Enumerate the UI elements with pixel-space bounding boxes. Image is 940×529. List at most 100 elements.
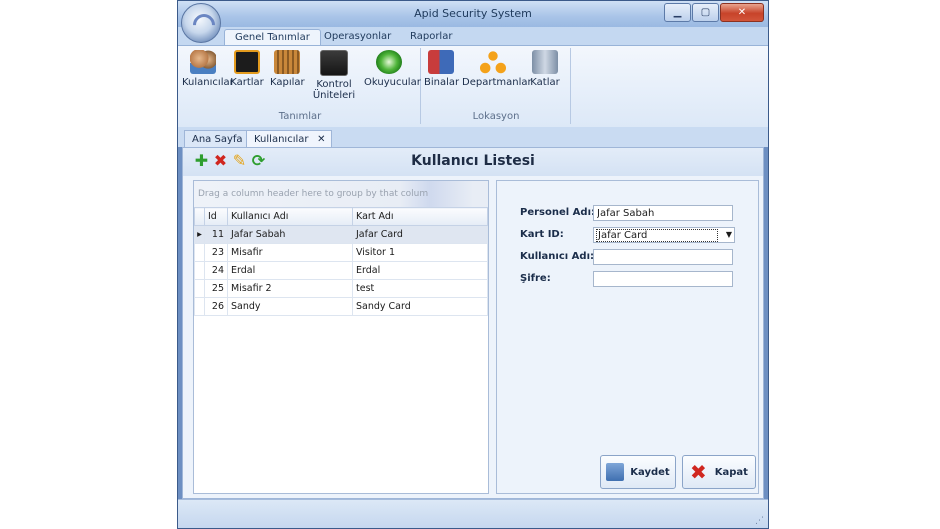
save-icon: [606, 463, 625, 481]
window-controls: ▁ ▢ ✕: [663, 3, 764, 22]
id-card-icon: [234, 50, 260, 74]
resize-grip-icon[interactable]: ⋰: [755, 516, 764, 526]
group-label-lokasyon: Lokasyon: [472, 111, 520, 122]
ribbon-okuyucular-button[interactable]: Okuyucular: [364, 50, 421, 88]
row-indicator: [194, 279, 205, 298]
ribbon-label: Kulanıcılar: [182, 77, 234, 88]
ribbon-kapilar-button[interactable]: Kapılar: [270, 50, 305, 88]
tab-raporlar[interactable]: Raporlar: [410, 29, 452, 45]
sifre-label: Şifre:: [520, 273, 551, 284]
ribbon-kullanicilar-button[interactable]: Kulanıcılar: [182, 50, 234, 88]
table-row[interactable]: 25 Misafir 2 test: [194, 279, 488, 298]
minimize-button[interactable]: ▁: [664, 3, 691, 22]
table-row[interactable]: 24 Erdal Erdal: [194, 261, 488, 280]
reader-icon: [376, 50, 402, 74]
cell-id[interactable]: 11: [204, 225, 228, 244]
ribbon-label: Kontrol Üniteleri: [312, 79, 356, 101]
ribbon-label: Departmanlar: [462, 77, 532, 88]
kart-id-value: Jafar Card: [596, 229, 718, 242]
cell-card[interactable]: Visitor 1: [352, 243, 488, 262]
table-row[interactable]: ▸ 11 Jafar Sabah Jafar Card: [194, 225, 488, 244]
buildings-icon: [428, 50, 454, 74]
ribbon-binalar-button[interactable]: Binalar: [424, 50, 460, 88]
sifre-input[interactable]: [593, 271, 733, 287]
cell-id[interactable]: 23: [204, 243, 228, 262]
ribbon-label: Kapılar: [270, 77, 305, 88]
row-indicator: [194, 297, 205, 316]
ribbon-katlar-button[interactable]: Katlar: [528, 50, 562, 88]
user-form: Personel Adı: Kart ID: Jafar Card ▼ Kull…: [496, 180, 759, 494]
chevron-down-icon[interactable]: ▼: [726, 230, 732, 239]
app-orb-icon[interactable]: [181, 3, 221, 43]
group-tanimlar: Kulanıcılar Kartlar Kapılar Kontrol Ünit…: [180, 48, 421, 124]
ribbon-departmanlar-button[interactable]: Departmanlar: [462, 50, 532, 88]
close-window-button[interactable]: ✕: [720, 3, 764, 22]
group-by-panel[interactable]: Drag a column header here to group by th…: [194, 181, 488, 207]
tab-label: Kullanıcılar: [254, 134, 309, 145]
save-label: Kaydet: [630, 466, 670, 478]
panel-header: ✚ ✖ ✎ ⟳ Kullanıcı Listesi: [183, 148, 763, 176]
cell-user[interactable]: Jafar Sabah: [227, 225, 353, 244]
departments-icon: [480, 50, 506, 74]
ribbon-label: Binalar: [424, 77, 460, 88]
user-list-panel: ✚ ✖ ✎ ⟳ Kullanıcı Listesi Drag a column …: [182, 147, 764, 499]
users-grid: Drag a column header here to group by th…: [193, 180, 489, 494]
kullanici-adi-label: Kullanıcı Adı:: [520, 251, 595, 262]
cell-id[interactable]: 25: [204, 279, 228, 298]
row-indicator-icon: ▸: [194, 225, 205, 244]
close-icon: ✖: [690, 460, 707, 484]
cell-card[interactable]: Erdal: [352, 261, 488, 280]
panel-title: Kullanıcı Listesi: [411, 153, 535, 169]
tab-kullanicilar[interactable]: Kullanıcılar ✕: [246, 130, 332, 148]
table-row[interactable]: 23 Misafir Visitor 1: [194, 243, 488, 262]
table-row[interactable]: 26 Sandy Sandy Card: [194, 297, 488, 316]
ribbon-tabs: Genel Tanımlar Operasyonlar Raporlar: [178, 27, 768, 46]
control-unit-icon: [320, 50, 348, 76]
group-label-tanimlar: Tanımlar: [278, 111, 322, 122]
tab-ana-sayfa[interactable]: Ana Sayfa: [184, 130, 251, 148]
column-header-card[interactable]: Kart Adı: [352, 207, 488, 226]
column-header-id[interactable]: Id: [204, 207, 228, 226]
ribbon-label: Katlar: [530, 77, 560, 88]
close-label: Kapat: [714, 466, 748, 478]
cell-user[interactable]: Misafir 2: [227, 279, 353, 298]
cell-user[interactable]: Erdal: [227, 261, 353, 280]
door-icon: [274, 50, 300, 74]
close-tab-icon[interactable]: ✕: [317, 131, 325, 148]
row-indicator: [194, 261, 205, 280]
tab-operasyonlar[interactable]: Operasyonlar: [324, 29, 391, 45]
ribbon: Kulanıcılar Kartlar Kapılar Kontrol Ünit…: [178, 45, 768, 129]
indicator-header: [194, 207, 205, 226]
tab-genel-tanimlar[interactable]: Genel Tanımlar: [224, 29, 321, 46]
kart-id-select[interactable]: Jafar Card ▼: [593, 227, 735, 243]
ribbon-label: Kartlar: [230, 77, 264, 88]
users-icon: [190, 50, 216, 74]
table-header: Id Kullanıcı Adı Kart Adı: [194, 207, 488, 226]
cell-id[interactable]: 24: [204, 261, 228, 280]
users-table: Id Kullanıcı Adı Kart Adı ▸ 11 Jafar Sab…: [194, 207, 488, 316]
cell-card[interactable]: Sandy Card: [352, 297, 488, 316]
column-header-user[interactable]: Kullanıcı Adı: [227, 207, 353, 226]
cell-id[interactable]: 26: [204, 297, 228, 316]
cell-card[interactable]: test: [352, 279, 488, 298]
cell-card[interactable]: Jafar Card: [352, 225, 488, 244]
kart-id-label: Kart ID:: [520, 229, 564, 240]
app-window: Apid Security System ▁ ▢ ✕ Genel Tanımla…: [177, 0, 769, 529]
group-lokasyon: Binalar Departmanlar Katlar Lokasyon: [422, 48, 571, 124]
row-indicator: [194, 243, 205, 262]
personel-input[interactable]: [593, 205, 733, 221]
maximize-button[interactable]: ▢: [692, 3, 719, 22]
ribbon-kontrol-uniteleri-button[interactable]: Kontrol Üniteleri: [310, 50, 358, 101]
save-button[interactable]: Kaydet: [600, 455, 676, 489]
document-tabs: Ana Sayfa Kullanıcılar ✕: [178, 127, 768, 148]
close-button[interactable]: ✖ Kapat: [682, 455, 756, 489]
cell-user[interactable]: Misafir: [227, 243, 353, 262]
personel-label: Personel Adı:: [520, 207, 595, 218]
cell-user[interactable]: Sandy: [227, 297, 353, 316]
kullanici-adi-input[interactable]: [593, 249, 733, 265]
status-bar: ⋰: [178, 499, 768, 528]
title-bar: Apid Security System ▁ ▢ ✕: [178, 1, 768, 27]
ribbon-label: Okuyucular: [364, 77, 421, 88]
ribbon-kartlar-button[interactable]: Kartlar: [230, 50, 264, 88]
floors-icon: [532, 50, 558, 74]
